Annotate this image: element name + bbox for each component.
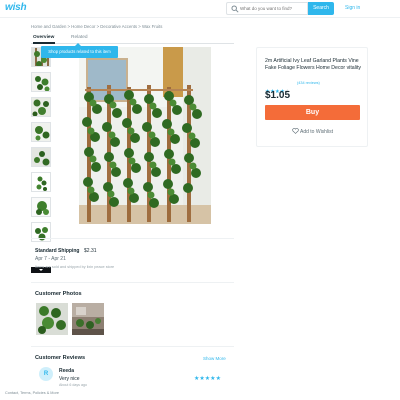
avatar: R: [39, 367, 53, 381]
divider: [31, 238, 234, 239]
add-to-wishlist-button[interactable]: Add to Wishlist: [292, 128, 333, 135]
reviews-count-link[interactable]: (434 reviews): [297, 81, 320, 85]
shipping-dates: Apr 7 - Apr 21: [35, 256, 66, 262]
show-more-link[interactable]: Show More: [203, 356, 226, 361]
breadcrumb-item-decorative-accents[interactable]: Decorative Accents: [100, 24, 137, 29]
reviewer-name: Reeda: [59, 368, 75, 374]
product-price: $1.05: [265, 90, 291, 101]
product-tabs: Overview Related: [31, 34, 234, 44]
wish-logo[interactable]: wish: [5, 2, 27, 13]
thumbnail[interactable]: [31, 172, 51, 192]
related-tooltip[interactable]: Shop products related to this item: [41, 43, 118, 58]
heart-icon: [292, 128, 299, 134]
customer-photo[interactable]: [72, 303, 104, 335]
breadcrumb-item-wax-fruits[interactable]: Wax Fruits: [142, 24, 162, 29]
wishlist-label: Add to Wishlist: [300, 129, 334, 135]
shipping-price: $2.31: [84, 248, 97, 254]
review-time: About 6 days ago: [59, 383, 87, 387]
shipping-title: Standard Shipping: [35, 248, 80, 254]
divider: [31, 346, 234, 347]
breadcrumb-item-home-decor[interactable]: Home Decor: [71, 24, 95, 29]
product-title: 2m Artificial Ivy Leaf Garland Plants Vi…: [265, 58, 361, 71]
customer-photos-title: Customer Photos: [35, 291, 82, 297]
footer-links[interactable]: Contact, Terms, Policies & More: [5, 391, 59, 395]
review-text: Very nice: [59, 376, 80, 382]
customer-reviews-title: Customer Reviews: [35, 355, 86, 361]
search-box[interactable]: [226, 2, 308, 15]
thumbnail[interactable]: [31, 72, 51, 92]
top-bar: wish Search Sign in: [0, 0, 400, 18]
divider: [31, 282, 234, 283]
thumbnail[interactable]: [31, 197, 51, 217]
thumbnail[interactable]: [31, 122, 51, 142]
search-button[interactable]: Search: [308, 2, 334, 15]
main-product-image[interactable]: [79, 47, 211, 224]
product-rating: ★★★★★: [265, 80, 290, 95]
search-icon: [231, 5, 239, 13]
search-input[interactable]: [240, 3, 308, 14]
review-rating: ★★★★★: [194, 367, 221, 385]
customer-photo[interactable]: [36, 303, 68, 335]
breadcrumb: Home and Garden > Home Decor > Decorativ…: [31, 24, 162, 29]
thumbnail[interactable]: [31, 97, 51, 117]
thumbnail[interactable]: [31, 147, 51, 167]
breadcrumb-item-home-garden[interactable]: Home and Garden: [31, 24, 66, 29]
star-icon: ★: [215, 376, 221, 382]
sign-in-link[interactable]: Sign in: [345, 5, 360, 11]
product-panel: 2m Artificial Ivy Leaf Garland Plants Vi…: [256, 47, 368, 147]
tab-overview[interactable]: Overview: [33, 34, 55, 44]
thumbnail[interactable]: [31, 222, 51, 242]
buy-button[interactable]: Buy: [265, 105, 360, 120]
shipping-note: Items are sold and shipped by lixin peac…: [35, 265, 115, 269]
